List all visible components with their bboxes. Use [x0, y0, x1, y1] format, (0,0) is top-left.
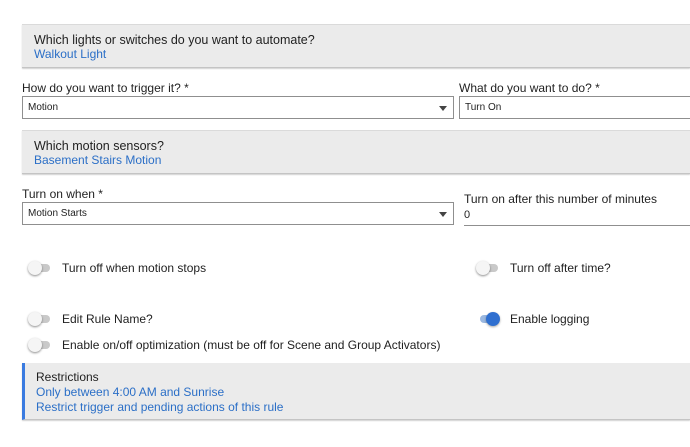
toggle-knob — [28, 338, 42, 352]
turn-on-when-label: Turn on when * — [22, 187, 103, 201]
minutes-input[interactable]: 0 — [464, 209, 470, 221]
on-off-optimization-toggle[interactable] — [28, 338, 52, 352]
edit-rule-name-label: Edit Rule Name? — [62, 312, 153, 326]
edit-rule-name-toggle[interactable] — [28, 312, 52, 326]
restrictions-title: Restrictions — [36, 370, 99, 384]
trigger-select[interactable]: Motion — [22, 96, 454, 119]
minutes-label: Turn on after this number of minutes — [464, 192, 657, 206]
restrictions-line-1[interactable]: Only between 4:00 AM and Sunrise — [36, 385, 224, 399]
chevron-down-icon — [439, 106, 447, 111]
action-label: What do you want to do? * — [459, 81, 600, 95]
trigger-select-value: Motion — [28, 102, 59, 113]
toggle-knob — [28, 312, 42, 326]
action-select-value: Turn On — [465, 102, 502, 113]
chevron-down-icon — [439, 212, 447, 217]
toggle-knob — [476, 261, 490, 275]
lights-card-value[interactable]: Walkout Light — [34, 47, 106, 61]
trigger-label: How do you want to trigger it? * — [22, 81, 189, 95]
lights-card-title: Which lights or switches do you want to … — [34, 33, 315, 47]
motion-sensors-card-value[interactable]: Basement Stairs Motion — [34, 153, 161, 167]
turn-on-when-select[interactable]: Motion Starts — [22, 202, 454, 225]
motion-sensors-card-title: Which motion sensors? — [34, 139, 164, 153]
minutes-input-underline — [464, 225, 690, 226]
turn-off-when-motion-stops-toggle[interactable] — [28, 261, 52, 275]
toggle-knob — [486, 312, 500, 326]
toggle-knob — [28, 261, 42, 275]
motion-sensors-card[interactable]: Which motion sensors? Basement Stairs Mo… — [22, 130, 690, 174]
turn-off-after-time-label: Turn off after time? — [510, 261, 611, 275]
enable-logging-label: Enable logging — [510, 312, 590, 326]
on-off-optimization-label: Enable on/off optimization (must be off … — [62, 338, 441, 352]
turn-on-when-value: Motion Starts — [28, 208, 87, 219]
restrictions-line-2[interactable]: Restrict trigger and pending actions of … — [36, 400, 283, 414]
turn-off-after-time-toggle[interactable] — [476, 261, 500, 275]
enable-logging-toggle[interactable] — [476, 312, 500, 326]
action-select[interactable]: Turn On — [459, 96, 690, 119]
lights-card[interactable]: Which lights or switches do you want to … — [22, 24, 690, 68]
restrictions-card[interactable]: Restrictions Only between 4:00 AM and Su… — [22, 363, 690, 420]
turn-off-when-motion-stops-label: Turn off when motion stops — [62, 261, 207, 275]
